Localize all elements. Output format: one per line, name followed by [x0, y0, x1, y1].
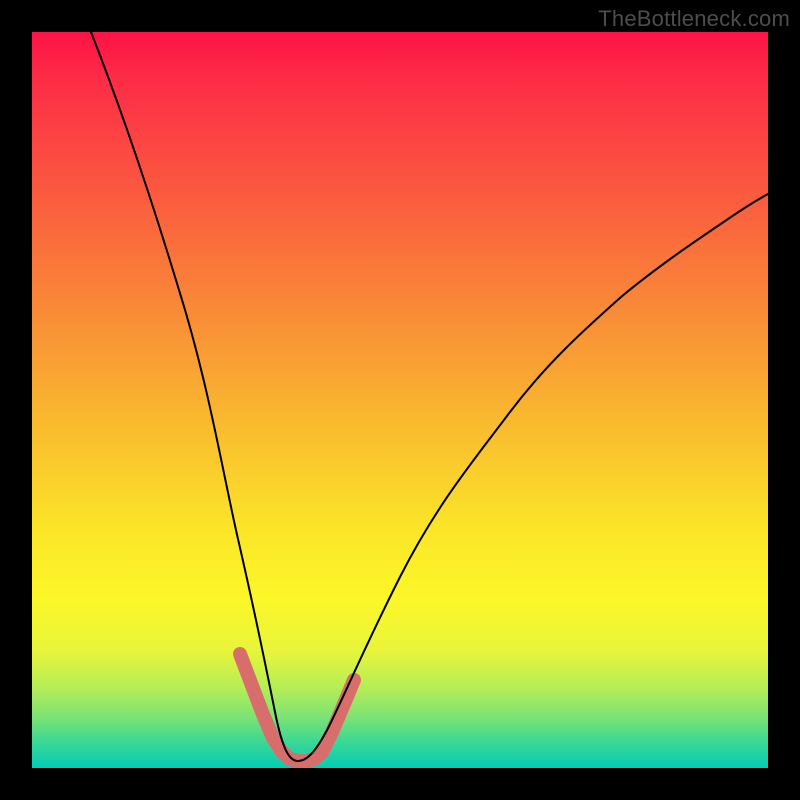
chart-overlay: [32, 32, 768, 768]
chart-plot-area: [32, 32, 768, 768]
watermark-text: TheBottleneck.com: [598, 6, 790, 32]
bottleneck-curve: [91, 32, 768, 761]
chart-frame: TheBottleneck.com: [0, 0, 800, 800]
